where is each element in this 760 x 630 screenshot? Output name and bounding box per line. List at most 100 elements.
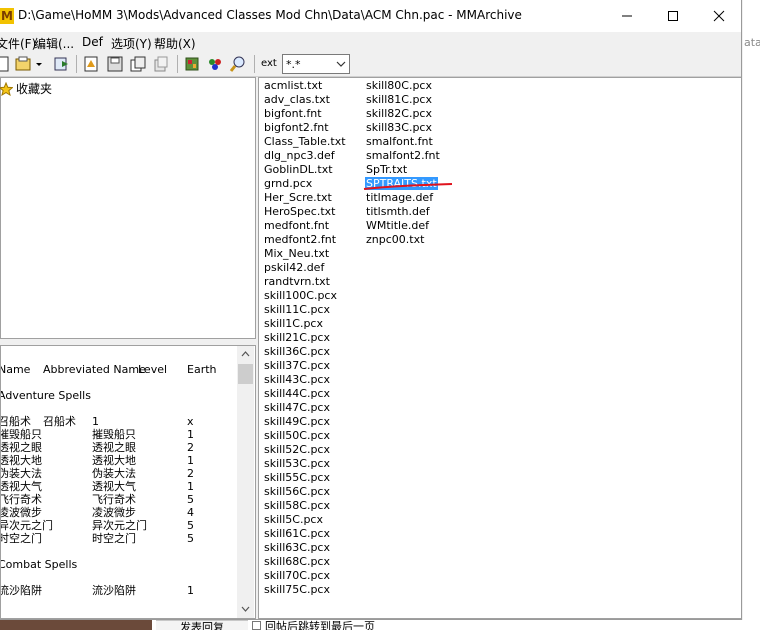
cell-level: 5: [187, 493, 194, 506]
search-button[interactable]: [229, 55, 247, 73]
column-header-name[interactable]: Name: [1, 363, 30, 376]
file-item[interactable]: skill80C.pcx: [365, 79, 433, 92]
file-item[interactable]: skill49C.pcx: [263, 415, 331, 428]
file-item[interactable]: medfont2.fnt: [263, 233, 337, 246]
maximize-button[interactable]: [650, 0, 696, 32]
file-item[interactable]: bigfont2.fnt: [263, 121, 330, 134]
file-item[interactable]: randtvrn.txt: [263, 275, 331, 288]
file-item[interactable]: titlmage.def: [365, 191, 434, 204]
minimize-button[interactable]: [604, 0, 650, 32]
file-item[interactable]: skill21C.pcx: [263, 331, 331, 344]
spell-table-pane[interactable]: Name Abbreviated Name Level Earth Advent…: [0, 345, 256, 619]
cell-level: 2: [187, 467, 194, 480]
file-item[interactable]: skill43C.pcx: [263, 373, 331, 386]
cube-icon: [185, 57, 199, 71]
file-item[interactable]: skill68C.pcx: [263, 555, 331, 568]
file-item[interactable]: adv_clas.txt: [263, 93, 331, 106]
extract-button[interactable]: [52, 55, 70, 73]
open-archive-button[interactable]: [15, 55, 43, 73]
file-item[interactable]: skill55C.pcx: [263, 471, 331, 484]
cell-name: 异次元之门: [0, 519, 53, 532]
search-icon: [229, 56, 245, 72]
file-item[interactable]: skill56C.pcx: [263, 485, 331, 498]
jump-last-page-checkbox[interactable]: [252, 621, 261, 630]
cell-abbrev: 透视大地: [92, 454, 136, 467]
file-item[interactable]: dlg_npc3.def: [263, 149, 336, 162]
file-item[interactable]: GoblinDL.txt: [263, 163, 334, 176]
extract-icon: [54, 57, 68, 71]
new-archive-button[interactable]: [0, 55, 12, 73]
favorites-item[interactable]: 收藏夹: [0, 80, 52, 97]
file-item[interactable]: skill11C.pcx: [263, 303, 331, 316]
menu-edit[interactable]: 编辑(...: [34, 35, 74, 52]
scroll-thumb[interactable]: [238, 364, 253, 384]
file-item[interactable]: skill100C.pcx: [263, 289, 338, 302]
file-item[interactable]: Mix_Neu.txt: [263, 247, 330, 260]
file-item[interactable]: skill50C.pcx: [263, 429, 331, 442]
file-item[interactable]: Her_Scre.txt: [263, 191, 333, 204]
file-item[interactable]: skill61C.pcx: [263, 527, 331, 540]
menu-file[interactable]: 文件(F): [0, 35, 36, 52]
chevron-down-icon: [241, 606, 250, 612]
file-item[interactable]: HeroSpec.txt: [263, 205, 336, 218]
file-item[interactable]: skill5C.pcx: [263, 513, 324, 526]
column-header-level[interactable]: Level: [138, 363, 167, 376]
column-header-earth[interactable]: Earth: [187, 363, 217, 376]
file-list-pane[interactable]: acmlist.txt adv_clas.txt bigfont.fnt bigfon…: [258, 77, 741, 619]
file-item[interactable]: medfont.fnt: [263, 219, 330, 232]
chevron-down-icon: [336, 61, 346, 67]
add-file-icon: [84, 56, 98, 72]
file-item[interactable]: skill83C.pcx: [365, 121, 433, 134]
column-header-abbreviated-name[interactable]: Abbreviated Name: [43, 363, 146, 376]
file-item[interactable]: skill58C.pcx: [263, 499, 331, 512]
file-item[interactable]: skill36C.pcx: [263, 345, 331, 358]
favorites-pane[interactable]: 收藏夹: [0, 77, 256, 339]
ext-filter-combo[interactable]: *.*: [282, 54, 350, 74]
close-button[interactable]: [696, 0, 741, 32]
title-bar[interactable]: M D:\Game\HoMM 3\Mods\Advanced Classes M…: [0, 0, 741, 32]
delete-icon: [154, 56, 168, 72]
file-item[interactable]: skill63C.pcx: [263, 541, 331, 554]
background-window-edge: ata: [743, 0, 760, 630]
file-item[interactable]: WMtitle.def: [365, 219, 430, 232]
cube-button[interactable]: [183, 55, 201, 73]
cell-level: 5: [187, 519, 194, 532]
ext-filter-value: *.*: [286, 58, 301, 71]
file-item[interactable]: skill47C.pcx: [263, 401, 331, 414]
menu-def[interactable]: Def: [82, 35, 103, 49]
palette-button[interactable]: [206, 55, 224, 73]
jump-last-page-label: 回帖后跳转到最后一页: [265, 620, 375, 630]
window-title: D:\Game\HoMM 3\Mods\Advanced Classes Mod…: [18, 8, 522, 22]
save-button[interactable]: [106, 55, 124, 73]
file-item[interactable]: skill52C.pcx: [263, 443, 331, 456]
menu-help[interactable]: 帮助(X): [154, 35, 196, 52]
file-item[interactable]: skill70C.pcx: [263, 569, 331, 582]
file-item[interactable]: pskil42.def: [263, 261, 325, 274]
cell-level: 1: [187, 428, 194, 441]
file-item[interactable]: acmlist.txt: [263, 79, 323, 92]
scroll-up-button[interactable]: [237, 346, 254, 363]
copy-button[interactable]: [129, 55, 147, 73]
file-item[interactable]: skill37C.pcx: [263, 359, 331, 372]
file-item[interactable]: smalfont.fnt: [365, 135, 434, 148]
add-file-button[interactable]: [82, 55, 100, 73]
file-item[interactable]: SpTr.txt: [365, 163, 408, 176]
file-item[interactable]: titlsmth.def: [365, 205, 431, 218]
file-item[interactable]: skill44C.pcx: [263, 387, 331, 400]
background-image-strip: [0, 620, 152, 630]
delete-button[interactable]: [152, 55, 170, 73]
file-item[interactable]: skill1C.pcx: [263, 317, 324, 330]
file-item[interactable]: skill81C.pcx: [365, 93, 433, 106]
file-item[interactable]: skill53C.pcx: [263, 457, 331, 470]
file-item[interactable]: skill82C.pcx: [365, 107, 433, 120]
file-item[interactable]: znpc00.txt: [365, 233, 425, 246]
menu-options[interactable]: 选项(Y): [111, 35, 152, 52]
scroll-down-button[interactable]: [237, 601, 254, 618]
file-item[interactable]: grnd.pcx: [263, 177, 313, 190]
file-item[interactable]: bigfont.fnt: [263, 107, 323, 120]
spell-table-scrollbar[interactable]: [237, 346, 254, 618]
reply-button[interactable]: 发表回复: [156, 620, 248, 630]
file-item[interactable]: smalfont2.fnt: [365, 149, 441, 162]
file-item[interactable]: Class_Table.txt: [263, 135, 347, 148]
file-item[interactable]: skill75C.pcx: [263, 583, 331, 596]
